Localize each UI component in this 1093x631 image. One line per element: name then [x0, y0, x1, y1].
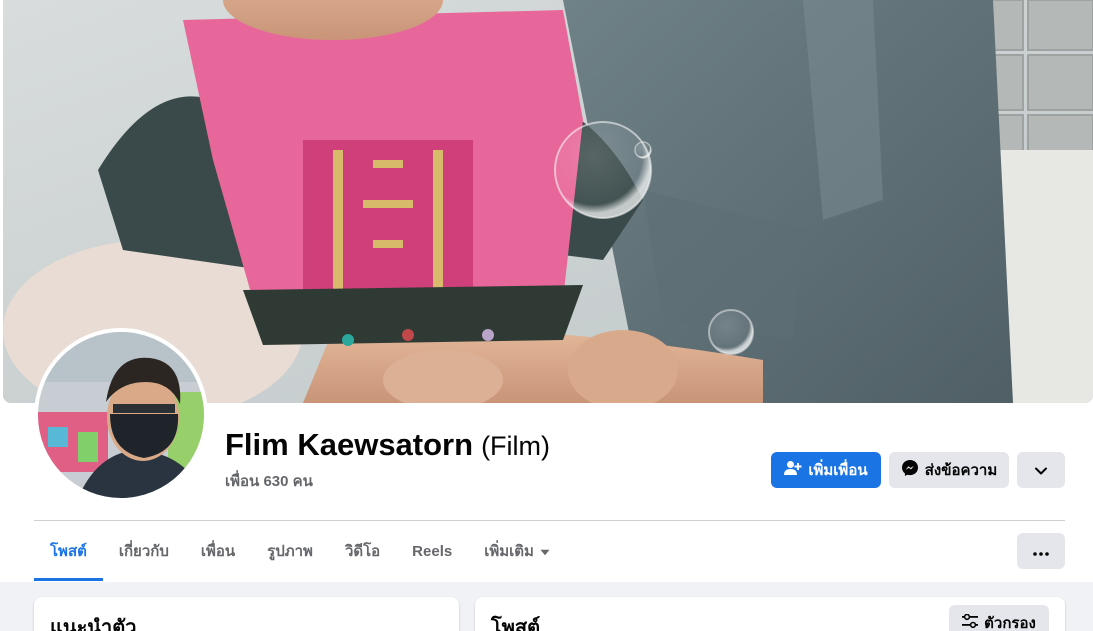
profile-alternate-name: (Film)	[481, 431, 551, 461]
chevron-down-icon	[1035, 462, 1047, 479]
profile-picture[interactable]	[34, 328, 208, 502]
profile-options-button[interactable]	[1017, 452, 1065, 488]
filter-label: ตัวกรอง	[984, 615, 1036, 631]
tab-about[interactable]: เกี่ยวกับ	[103, 521, 185, 581]
tab-label: รูปภาพ	[267, 543, 313, 560]
tab-videos[interactable]: วิดีโอ	[329, 521, 396, 581]
add-friend-button[interactable]: เพิ่มเพื่อน	[771, 452, 881, 488]
message-label: ส่งข้อความ	[924, 462, 998, 479]
tab-reels[interactable]: Reels	[396, 521, 468, 581]
friends-count-link[interactable]: เพื่อน 630 คน	[225, 469, 313, 493]
filter-button[interactable]: ตัวกรอง	[949, 605, 1049, 631]
intro-title: แนะนำตัว	[50, 617, 137, 631]
tab-photos[interactable]: รูปภาพ	[251, 521, 329, 581]
ellipsis-icon	[1033, 543, 1049, 560]
tab-label: เพิ่มเติม	[484, 543, 534, 560]
filter-icon	[962, 613, 979, 631]
tab-friends[interactable]: เพื่อน	[185, 521, 251, 581]
tab-label: วิดีโอ	[344, 543, 381, 560]
add-friend-icon	[784, 460, 802, 480]
tab-more[interactable]: เพิ่มเติม	[468, 521, 566, 581]
profile-name: Flim Kaewsatorn	[225, 427, 474, 462]
messenger-icon	[901, 459, 919, 481]
tab-label: Reels	[412, 542, 453, 560]
add-friend-label: เพิ่มเพื่อน	[808, 462, 868, 479]
tab-label: เกี่ยวกับ	[118, 543, 169, 560]
more-options-button[interactable]	[1017, 533, 1065, 569]
profile-name-row: Flim Kaewsatorn (Film)	[225, 427, 550, 463]
avatar	[38, 332, 204, 498]
tab-label: เพื่อน	[200, 543, 236, 560]
avatar-image	[38, 332, 204, 498]
caret-down-icon	[540, 543, 550, 560]
message-button[interactable]: ส่งข้อความ	[889, 452, 1009, 488]
profile-tabs: โพสต์ เกี่ยวกับ เพื่อน รูปภาพ วิดีโอ Ree…	[34, 521, 566, 581]
tab-label: โพสต์	[50, 543, 87, 560]
posts-title: โพสต์	[491, 617, 541, 631]
intro-card: แนะนำตัว	[34, 597, 459, 631]
tab-posts[interactable]: โพสต์	[34, 521, 103, 581]
